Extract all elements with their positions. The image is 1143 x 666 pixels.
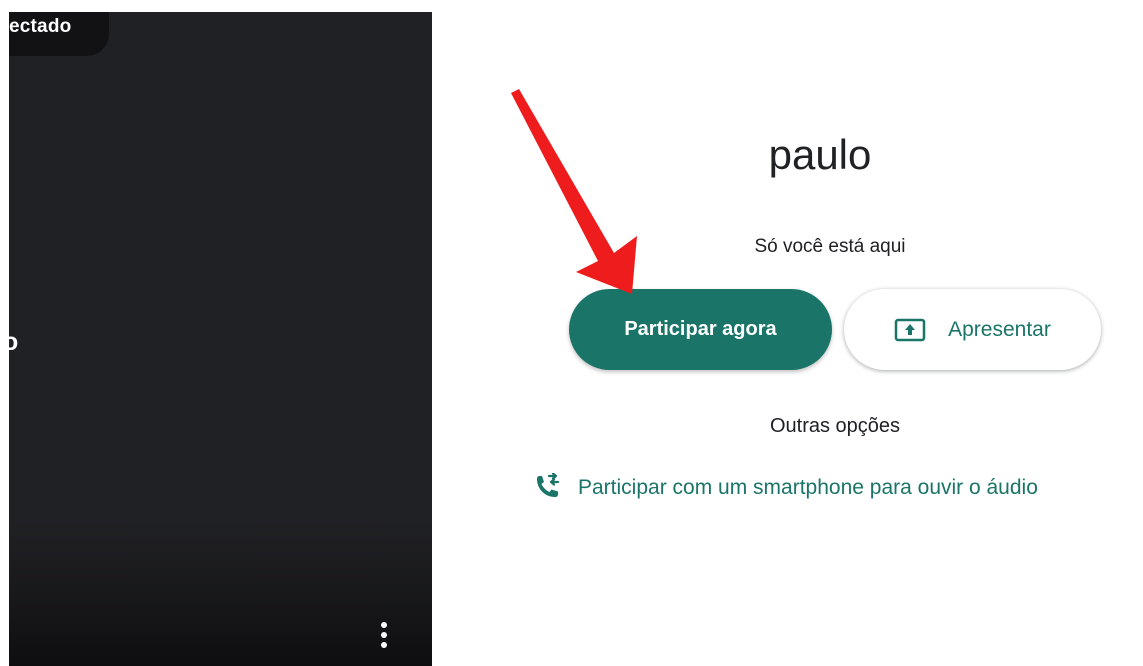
present-button[interactable]: Apresentar — [844, 289, 1101, 370]
phone-forward-icon — [537, 473, 560, 497]
status-chip: ectado — [9, 12, 109, 56]
present-label: Apresentar — [948, 317, 1051, 341]
presence-text: Só você está aqui — [754, 236, 906, 257]
more-options-button[interactable] — [371, 618, 397, 652]
video-preview: ectado o — [9, 12, 432, 666]
join-with-phone-label: Participar com um smartphone para ouvir … — [578, 476, 1038, 499]
meet-lobby-page: ectado o paulo Só você está aqui Partici… — [0, 0, 1143, 666]
present-screen-icon — [894, 318, 926, 341]
user-name: paulo — [768, 131, 872, 178]
join-now-button[interactable]: Participar agora — [569, 289, 832, 370]
more-vertical-icon — [381, 622, 387, 628]
other-options-heading: Outras opções — [769, 415, 901, 437]
join-with-phone-link[interactable]: Participar com um smartphone para ouvir … — [531, 473, 1038, 503]
preview-label-fragment: o — [9, 328, 19, 356]
join-now-label: Participar agora — [624, 318, 777, 340]
